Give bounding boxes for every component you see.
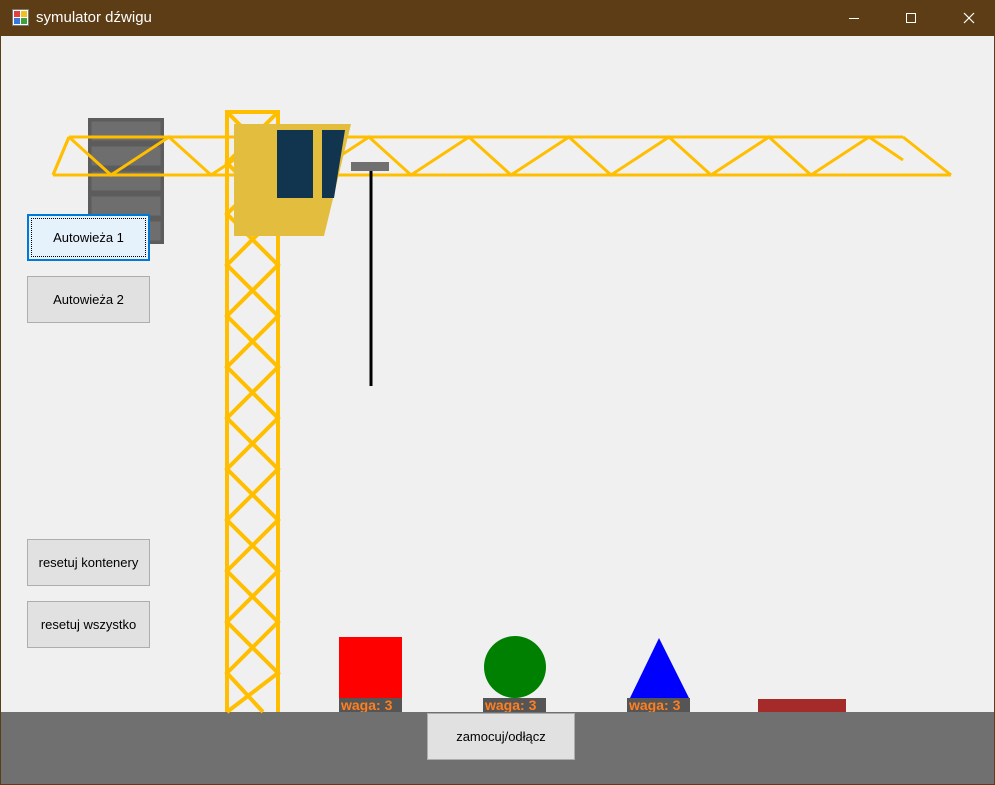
maximize-button[interactable]: [888, 0, 934, 36]
minimize-icon: [849, 18, 859, 19]
simulator-canvas: waga: 3 waga: 3 waga: 3 Autowieża 1 Auto…: [1, 36, 994, 784]
container-circle[interactable]: [484, 636, 546, 698]
title-bar: symulator dźwigu: [0, 0, 995, 36]
reset-all-button[interactable]: resetuj wszystko: [27, 601, 150, 648]
window-title: symulator dźwigu: [36, 9, 152, 26]
weight-label-circle: waga: 3: [483, 698, 546, 712]
reset-containers-button[interactable]: resetuj kontenery: [27, 539, 150, 586]
weight-label-square: waga: 3: [339, 698, 402, 712]
crane-scene: [51, 110, 952, 714]
minimize-button[interactable]: [831, 0, 877, 36]
app-icon: [12, 9, 29, 26]
attach-detach-label: zamocuj/odłącz: [456, 729, 546, 744]
autotower2-label: Autowieża 2: [53, 292, 124, 307]
hook-trolley: [351, 162, 389, 386]
close-button[interactable]: [946, 0, 992, 36]
container-square[interactable]: [339, 637, 402, 700]
autotower2-button[interactable]: Autowieża 2: [27, 276, 150, 323]
weight-label-triangle: waga: 3: [627, 698, 690, 712]
container-triangle[interactable]: [629, 638, 690, 700]
autotower1-button[interactable]: Autowieża 1: [27, 214, 150, 261]
reset-containers-label: resetuj kontenery: [38, 555, 139, 570]
crane-cabin: [234, 124, 351, 236]
crane-jib: [51, 135, 952, 177]
maximize-icon: [906, 13, 916, 23]
target-platform: [758, 699, 846, 712]
reset-all-label: resetuj wszystko: [40, 617, 137, 632]
attach-detach-button[interactable]: zamocuj/odłącz: [427, 713, 575, 760]
autotower1-label: Autowieża 1: [53, 230, 124, 245]
close-icon: [963, 12, 975, 24]
